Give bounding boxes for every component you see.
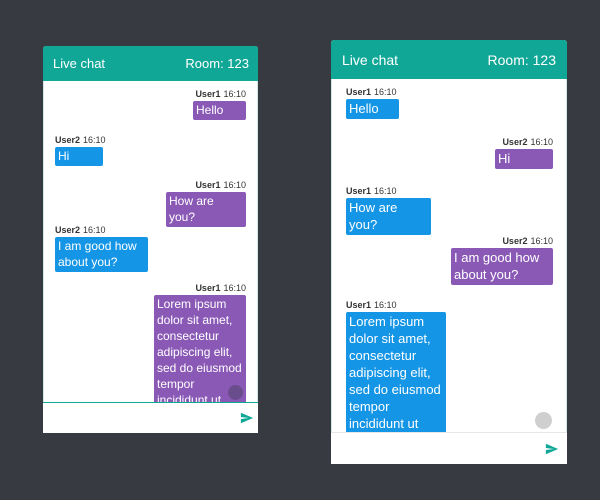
message-time: 16:10 — [83, 135, 106, 145]
message-bubble: Lorem ipsum dolor sit amet, consectetur … — [346, 312, 446, 432]
room-label: Room: 123 — [487, 51, 556, 68]
room-label: Room: 123 — [185, 56, 249, 71]
message-time: 16:10 — [530, 236, 553, 246]
message-author: User1 — [346, 300, 372, 310]
message-author: User1 — [195, 89, 221, 99]
message-time: 16:10 — [223, 89, 246, 99]
message-item: User1 16:10 Lorem ipsum dolor sit amet, c… — [154, 283, 246, 402]
message-item: User2 16:10 I am good how about you? — [451, 236, 553, 285]
message-author: User1 — [346, 87, 372, 97]
message-author: User1 — [195, 283, 221, 293]
message-bubble: I am good how about you? — [451, 248, 553, 285]
left-message-canvas: User1 16:10 Hello User2 16:10 Hi User1 16:1… — [43, 81, 258, 402]
message-item: User1 16:10 Hello — [346, 87, 399, 119]
message-author: User2 — [502, 137, 528, 147]
message-item: User1 16:10 How are you? — [346, 186, 431, 235]
send-icon[interactable] — [537, 433, 567, 464]
message-list[interactable]: User1 16:10 Hello User2 16:10 Hi User1 16:1… — [331, 79, 567, 432]
message-input[interactable] — [43, 403, 236, 433]
message-bubble: Hello — [346, 99, 399, 119]
message-time: 16:10 — [223, 283, 246, 293]
chat-title: Live chat — [53, 56, 106, 71]
chat-title: Live chat — [342, 51, 399, 68]
message-item: User1 16:10 Lorem ipsum dolor sit amet, c… — [346, 300, 446, 432]
message-author: User1 — [195, 180, 221, 190]
message-time: 16:10 — [530, 137, 553, 147]
message-bubble: Hello — [193, 101, 246, 120]
message-item: User2 16:10 I am good how about you? — [55, 225, 148, 272]
chat-header: Live chat Room: 123 — [43, 46, 258, 81]
message-time: 16:10 — [223, 180, 246, 190]
message-time: 16:10 — [374, 87, 397, 97]
message-time: 16:10 — [374, 186, 397, 196]
message-item: User1 16:10 Hello — [193, 89, 246, 120]
message-bubble: I am good how about you? — [55, 237, 148, 272]
message-author: User2 — [502, 236, 528, 246]
chat-header: Live chat Room: 123 — [331, 40, 567, 79]
message-bubble: Hi — [495, 149, 553, 169]
composer — [331, 432, 567, 464]
message-author: User2 — [55, 135, 81, 145]
message-item: User2 16:10 Hi — [495, 137, 553, 169]
scroll-indicator[interactable] — [535, 412, 552, 429]
message-author: User1 — [346, 186, 372, 196]
scroll-indicator[interactable] — [228, 385, 243, 400]
message-time: 16:10 — [374, 300, 397, 310]
message-bubble: How are you? — [346, 198, 431, 235]
send-icon[interactable] — [236, 403, 258, 433]
composer — [43, 402, 258, 433]
message-time: 16:10 — [83, 225, 106, 235]
message-input[interactable] — [331, 433, 537, 464]
message-bubble: Hi — [55, 147, 103, 166]
message-item: User1 16:10 How are you? — [166, 180, 246, 227]
message-item: User2 16:10 Hi — [55, 135, 106, 166]
message-bubble: How are you? — [166, 192, 246, 227]
message-author: User2 — [55, 225, 81, 235]
chat-widget-right: Live chat Room: 123 User1 16:10 Hello Use… — [331, 40, 567, 464]
